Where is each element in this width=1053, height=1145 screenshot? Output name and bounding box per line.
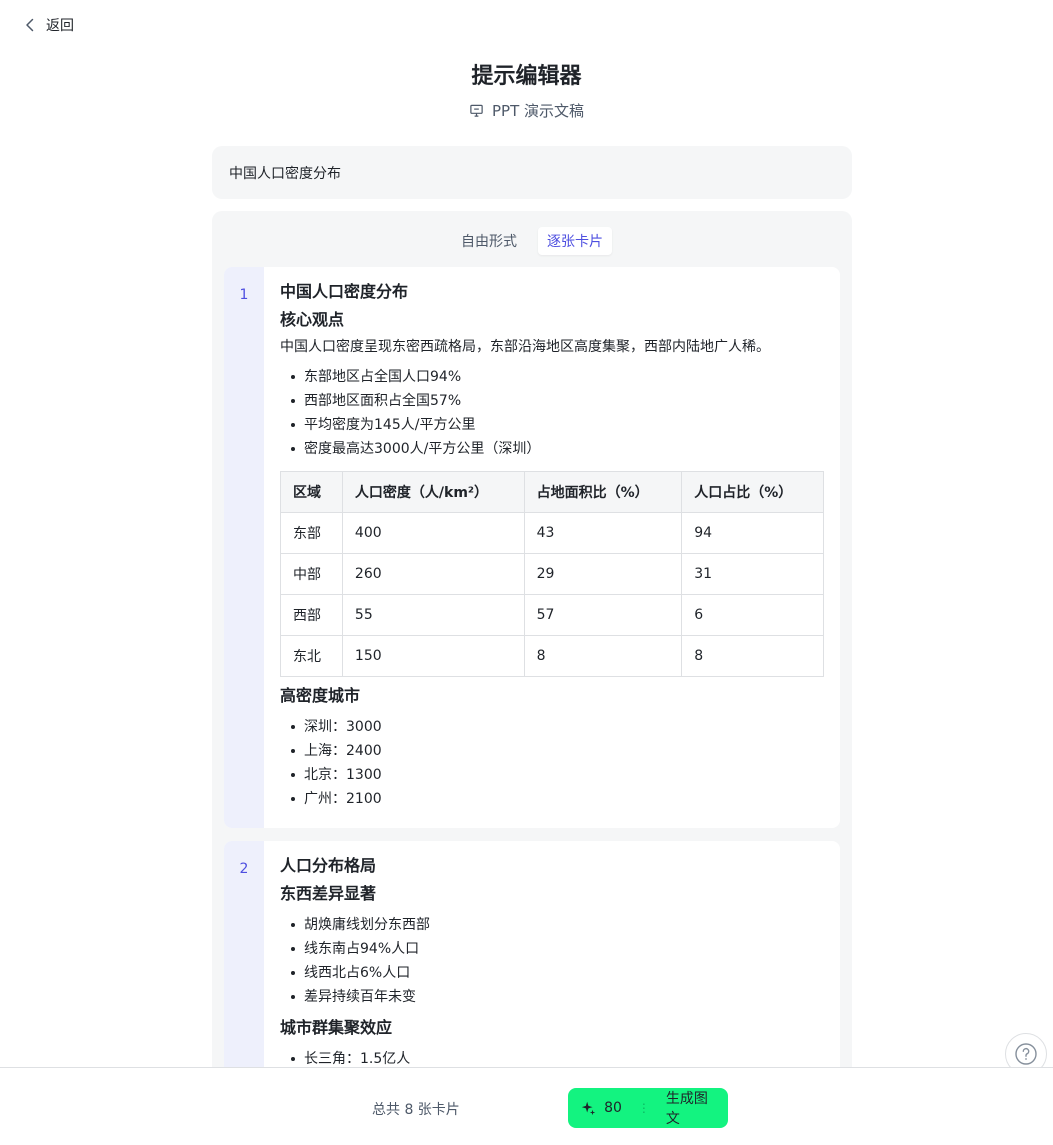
- card-1[interactable]: 1 中国人口密度分布 核心观点 中国人口密度呈现东密西疏格局，东部沿海地区高度集…: [224, 267, 840, 828]
- table-cell: 29: [523, 553, 683, 595]
- sparkle-icon: [581, 1101, 596, 1116]
- question-icon: [1015, 1043, 1037, 1065]
- card-section-heading: 城市群集聚效应: [280, 1018, 393, 1037]
- card-paragraph: 中国人口密度呈现东密西疏格局，东部沿海地区高度集聚，西部内陆地广人稀。: [280, 339, 770, 355]
- list-item: 上海：2400: [280, 739, 824, 763]
- list-item: 差异持续百年未变: [280, 985, 824, 1009]
- list-item: 西部地区面积占全国57%: [280, 389, 824, 413]
- card-title: 中国人口密度分布: [280, 282, 409, 301]
- generate-label: 生成图文: [665, 1091, 708, 1127]
- table-header: 占地面积比（%）: [523, 471, 683, 513]
- list-item: 平均密度为145人/平方公里: [280, 413, 824, 437]
- presentation-icon: [470, 104, 483, 117]
- table-cell: 6: [681, 594, 824, 636]
- credit-cost: 80: [604, 1100, 622, 1116]
- table-header: 区域: [280, 471, 343, 513]
- page-title: 提示编辑器: [471, 64, 582, 89]
- list-item: 胡焕庸线划分东西部: [280, 913, 824, 937]
- mode-freeform[interactable]: 自由形式: [452, 227, 526, 255]
- back-label: 返回: [46, 18, 74, 34]
- chevron-left-icon: [26, 18, 34, 32]
- card-bullet-list: 东部地区占全国人口94% 西部地区面积占全国57% 平均密度为145人/平方公里…: [280, 365, 824, 461]
- table-row: 西部 55 57 6: [280, 594, 824, 636]
- table-row: 东北 150 8 8: [280, 635, 824, 677]
- footer-bar: 总共 8 张卡片 80 ⋮ 生成图文: [0, 1067, 1053, 1145]
- mode-switch: 自由形式 逐张卡片: [212, 227, 852, 255]
- card-body: 人口分布格局 东西差异显著 胡焕庸线划分东西部 线东南占94%人口 线西北占6%…: [264, 841, 840, 1071]
- table-cell: 8: [523, 635, 683, 677]
- table-header-row: 区域 人口密度（人/km²） 占地面积比（%） 人口占比（%）: [280, 471, 824, 513]
- card-section-heading: 核心观点: [280, 310, 345, 329]
- list-item: 密度最高达3000人/平方公里（深圳）: [280, 437, 824, 461]
- cards-panel: 自由形式 逐张卡片 1 中国人口密度分布 核心观点 中国人口密度呈现东密西疏格局…: [212, 211, 852, 1071]
- list-item: 北京：1300: [280, 763, 824, 787]
- card-bullet-list: 深圳：3000 上海：2400 北京：1300 广州：2100: [280, 715, 824, 811]
- card-2[interactable]: 2 人口分布格局 东西差异显著 胡焕庸线划分东西部 线东南占94%人口 线西北占…: [224, 841, 840, 1071]
- table-row: 东部 400 43 94: [280, 512, 824, 554]
- table-header: 人口密度（人/km²）: [341, 471, 525, 513]
- table-cell: 西部: [280, 594, 343, 636]
- card-section-heading: 东西差异显著: [280, 884, 377, 903]
- table-cell: 55: [341, 594, 525, 636]
- table-cell: 260: [341, 553, 525, 595]
- list-item: 东部地区占全国人口94%: [280, 365, 824, 389]
- card-count: 总共 8 张卡片: [372, 1102, 460, 1118]
- back-button[interactable]: 返回: [22, 15, 74, 35]
- table-cell: 400: [341, 512, 525, 554]
- subtitle-text: PPT 演示文稿: [491, 102, 585, 120]
- table-cell: 43: [523, 512, 683, 554]
- table-cell: 150: [341, 635, 525, 677]
- card-bullet-list: 胡焕庸线划分东西部 线东南占94%人口 线西北占6%人口 差异持续百年未变: [280, 913, 824, 1009]
- list-item: 广州：2100: [280, 787, 824, 811]
- list-item: 深圳：3000: [280, 715, 824, 739]
- card-body: 中国人口密度分布 核心观点 中国人口密度呈现东密西疏格局，东部沿海地区高度集聚，…: [264, 267, 840, 828]
- table-cell: 东北: [280, 635, 343, 677]
- list-item: 线西北占6%人口: [280, 961, 824, 985]
- table-cell: 31: [681, 553, 824, 595]
- table-row: 中部 260 29 31: [280, 553, 824, 595]
- table-cell: 8: [681, 635, 824, 677]
- generate-button[interactable]: 80 ⋮ 生成图文: [568, 1088, 728, 1128]
- table-header: 人口占比（%）: [681, 471, 824, 513]
- table-cell: 57: [523, 594, 683, 636]
- card-number: 1: [224, 267, 264, 828]
- separator-dot: ⋮: [637, 1101, 650, 1115]
- density-table: 区域 人口密度（人/km²） 占地面积比（%） 人口占比（%） 东部 400 4…: [280, 471, 824, 677]
- card-section-heading: 高密度城市: [280, 686, 361, 705]
- page-subtitle: PPT 演示文稿: [0, 100, 1053, 121]
- table-cell: 东部: [280, 512, 343, 554]
- table-cell: 中部: [280, 553, 343, 595]
- mode-card-by-card[interactable]: 逐张卡片: [538, 227, 612, 255]
- table-cell: 94: [681, 512, 824, 554]
- card-number: 2: [224, 841, 264, 1071]
- card-title: 人口分布格局: [280, 856, 377, 875]
- topic-input[interactable]: 中国人口密度分布: [212, 146, 852, 199]
- list-item: 线东南占94%人口: [280, 937, 824, 961]
